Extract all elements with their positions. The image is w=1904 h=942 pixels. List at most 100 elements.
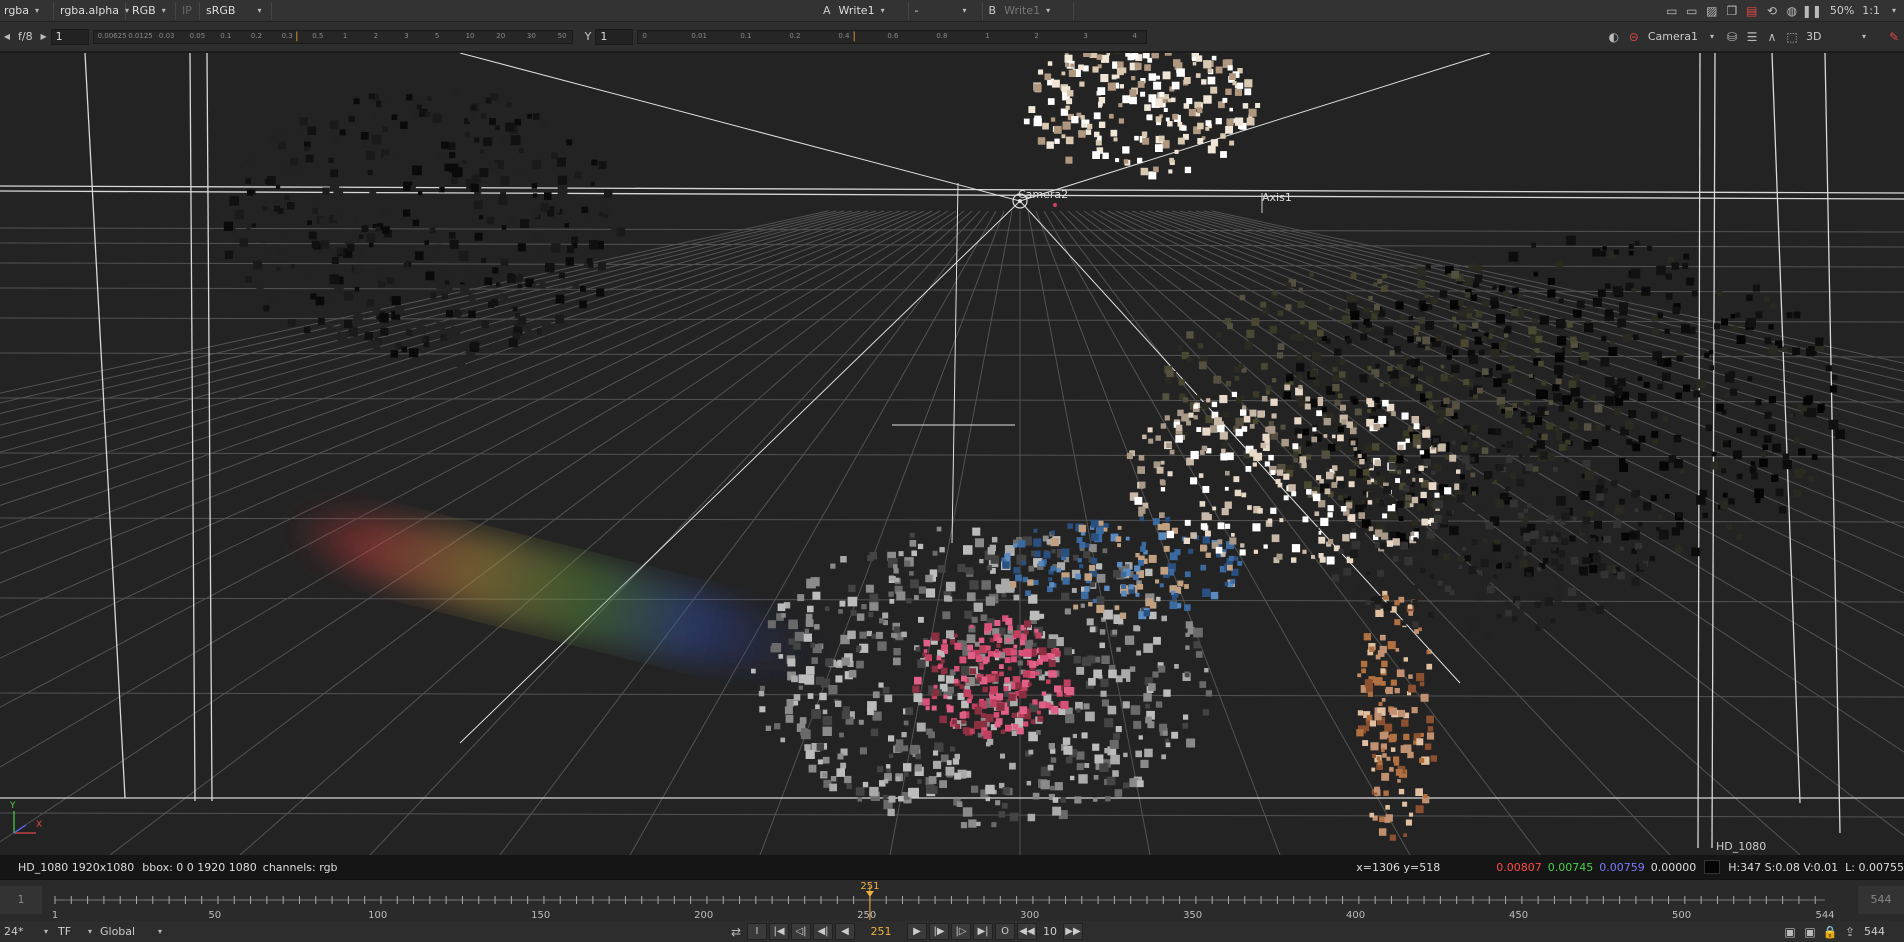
zoom-level[interactable]: 50% — [1830, 4, 1854, 17]
input-process-icon[interactable]: ⊝ — [1624, 28, 1644, 46]
colorspace-dropdown[interactable]: sRGB ▾ — [202, 1, 272, 20]
point — [1264, 461, 1270, 467]
point — [1066, 687, 1075, 696]
frame-increment-field[interactable]: 10 — [1038, 925, 1062, 938]
camera-lock-icon[interactable]: ⛁ — [1722, 28, 1742, 46]
flipbook-icon[interactable]: ▣ — [1780, 923, 1800, 941]
play-backward-icon[interactable]: ◀ — [835, 923, 855, 940]
point — [891, 632, 896, 638]
point — [481, 320, 489, 328]
point — [1074, 796, 1082, 804]
point — [1052, 797, 1059, 803]
roi-icon[interactable]: ▭ — [1662, 2, 1682, 20]
tf-dropdown[interactable]: TF — [58, 925, 80, 938]
point — [1049, 582, 1055, 588]
point — [966, 634, 976, 644]
current-frame-field[interactable]: 251 — [856, 923, 906, 940]
point — [1073, 656, 1081, 664]
fstop-label[interactable]: f/8 — [18, 30, 33, 43]
gain-slider[interactable]: 0.00625 0.0125 0.03 0.05 0.1 0.2 0.3 0.5 1 2 3 5 10 2… — [92, 29, 573, 44]
point — [1544, 597, 1553, 606]
last-frame-icon[interactable]: ▶| — [973, 923, 993, 940]
point — [395, 342, 402, 349]
viewer-3d-viewport[interactable]: Camera2 Axis1 HD_1080 Y X — [0, 53, 1904, 855]
point — [778, 654, 784, 659]
skip-forward-icon[interactable]: ▶▶ — [1063, 923, 1083, 940]
gamma-input[interactable]: 1 — [595, 28, 634, 45]
point — [1297, 300, 1305, 308]
point — [1084, 573, 1092, 581]
lut-icon[interactable]: ◍ — [1782, 2, 1802, 20]
point — [1351, 592, 1358, 598]
point — [1361, 499, 1366, 504]
layers-icon[interactable]: ❐ — [1722, 2, 1742, 20]
selection-icon[interactable]: ⬚ — [1782, 28, 1802, 46]
a-input-dropdown[interactable]: Write1 ▾ — [835, 1, 909, 20]
point — [1231, 391, 1237, 397]
triangle-left-icon[interactable]: ◀ — [0, 28, 14, 46]
point — [1129, 666, 1136, 672]
alpha-channel-dropdown[interactable]: rgba.alpha ▾ — [56, 1, 129, 20]
compare-mode-dropdown[interactable]: - ▾ — [911, 1, 983, 20]
wipe-icon[interactable]: ▨ — [1702, 2, 1722, 20]
b-input-dropdown[interactable]: Write1 ▾ — [1000, 1, 1075, 20]
point — [1490, 478, 1495, 482]
point — [1554, 365, 1564, 375]
point — [1224, 501, 1232, 509]
step-forward-icon[interactable]: |▶ — [929, 923, 949, 940]
step-back-icon[interactable]: ◀| — [813, 923, 833, 940]
in-point-icon[interactable]: I — [747, 923, 767, 940]
point — [1626, 439, 1632, 445]
slider-handle[interactable]: | — [853, 31, 856, 42]
clipping-warning-icon[interactable]: ▤ — [1742, 2, 1762, 20]
next-keyframe-icon[interactable]: |▷ — [951, 923, 971, 940]
point — [344, 319, 353, 328]
point — [1582, 516, 1591, 525]
point — [932, 689, 939, 697]
display-channels-dropdown[interactable]: RGB ▾ — [128, 1, 176, 20]
proxy-ratio[interactable]: 1:1 — [1862, 4, 1880, 17]
export-icon[interactable]: ⇪ — [1840, 923, 1860, 941]
point — [1384, 723, 1393, 732]
ip-button[interactable]: IP — [178, 1, 200, 20]
point — [1017, 660, 1023, 666]
point — [1393, 345, 1401, 353]
point — [317, 317, 325, 325]
timeline[interactable]: 1 544 1 50 100 150 200 250 300 350 400 450 500 544 2… — [0, 879, 1904, 921]
list-icon[interactable]: ☰ — [1742, 28, 1762, 46]
stereo-icon[interactable]: ◐ — [1604, 28, 1624, 46]
first-frame-icon[interactable]: |◀ — [769, 923, 789, 940]
paint-brush-icon[interactable]: ✎ — [1884, 28, 1904, 46]
gamma-slider[interactable]: 0 0.01 0.1 0.2 0.4 0.6 0.8 1 2 3 4 | — [637, 29, 1148, 44]
gain-input[interactable]: 1 — [50, 28, 89, 45]
capture-icon[interactable]: ▣ — [1800, 923, 1820, 941]
point — [1193, 627, 1203, 638]
lock-icon[interactable]: 🔒 — [1820, 923, 1840, 941]
camera-dropdown[interactable]: Camera1 — [1648, 30, 1698, 43]
slider-handle[interactable]: | — [295, 31, 298, 42]
previous-keyframe-icon[interactable]: ◁| — [791, 923, 811, 940]
point — [1037, 716, 1044, 722]
playback-mode-icon[interactable]: ⇄ — [726, 923, 746, 941]
curve-icon[interactable]: ∧ — [1762, 28, 1782, 46]
chevron-down-icon[interactable]: ▾ — [1884, 2, 1904, 20]
point — [1583, 441, 1592, 450]
skip-back-icon[interactable]: ◀◀ — [1017, 923, 1037, 940]
point — [1751, 472, 1758, 480]
point — [1206, 398, 1211, 403]
triangle-right-icon[interactable]: ▶ — [37, 28, 51, 46]
point — [1389, 497, 1396, 504]
out-point-icon[interactable]: O — [995, 923, 1015, 940]
channels-dropdown[interactable]: rgba ▾ — [0, 1, 54, 20]
refresh-icon[interactable]: ⟲ — [1762, 2, 1782, 20]
end-frame-field[interactable]: 544 — [1864, 925, 1900, 938]
play-forward-icon[interactable]: ▶ — [907, 923, 927, 940]
pause-icon[interactable]: ❚❚ — [1802, 2, 1822, 20]
point — [1237, 560, 1243, 566]
region-icon[interactable]: ▭ — [1682, 2, 1702, 20]
view-mode-dropdown[interactable]: 3D — [1806, 30, 1850, 43]
scope-dropdown[interactable]: Global — [100, 925, 150, 938]
point — [1092, 66, 1099, 73]
point — [959, 712, 967, 719]
fps-dropdown[interactable]: 24* — [4, 925, 36, 938]
